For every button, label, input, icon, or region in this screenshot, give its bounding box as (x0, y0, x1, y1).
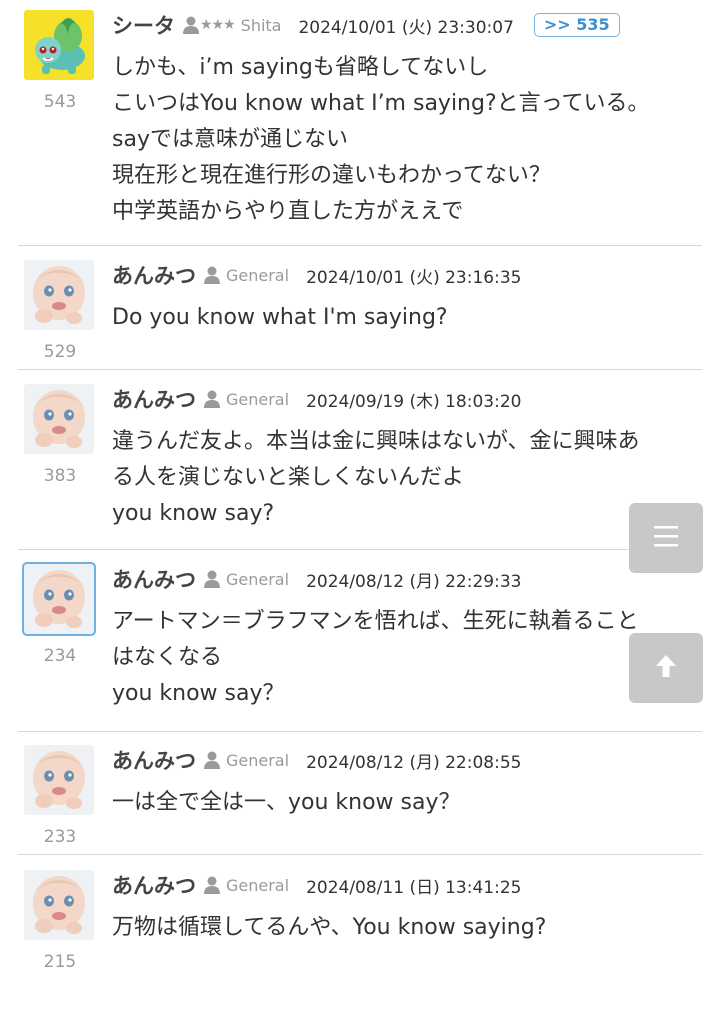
user-name[interactable]: あんみつ (112, 564, 196, 594)
user-name[interactable]: あんみつ (112, 260, 196, 290)
body-line: こいつはYou know what I’m saying?と言っている。 (112, 91, 650, 116)
post-date: 2024/08/11 (日) 13:41:25 (306, 877, 522, 898)
user-rank: General (226, 389, 290, 409)
user-name[interactable]: あんみつ (112, 870, 196, 900)
person-icon (204, 876, 220, 894)
post-date: 2024/08/12 (月) 22:29:33 (306, 571, 522, 592)
person-icon (204, 266, 220, 284)
post-date: 2024/08/12 (月) 22:08:55 (306, 752, 522, 773)
post-meta: シータ ★★★ Shita 2024/10/01 (火) 23:30:07 >>… (112, 10, 702, 40)
user-rank: General (226, 750, 290, 770)
reply-link-badge[interactable]: >> 535 (533, 13, 620, 37)
person-icon (183, 16, 199, 34)
body-line: 現在形と現在進行形の違いもわかってない？ (112, 163, 551, 188)
body-line: る人を演じないと楽しくないんだよ (112, 465, 465, 490)
post-content: あんみつ General 2024/09/19 (木) 18:03:20 違うん… (112, 384, 702, 532)
avatar-column: 383 (24, 384, 96, 486)
body-line: you know say？ (112, 681, 285, 706)
body-line: you know say? (112, 501, 275, 526)
post-number: 383 (43, 466, 77, 486)
avatar-column: 529 (24, 260, 96, 362)
post-number: 233 (43, 827, 77, 847)
comment-feed: 543 シータ ★★★ Shita 2024/10/01 (火) 23:30:0… (0, 0, 720, 1024)
post-content: あんみつ General 2024/08/11 (日) 13:41:25 万物は… (112, 870, 702, 946)
comment-post: 383 あんみつ General 2024/09/19 (木) 18:03:20… (18, 384, 702, 550)
body-line: アートマン＝ブラフマンを悟れば、生死に執着ること (112, 609, 639, 634)
post-body: Do you know what I'm saying? (112, 300, 702, 336)
menu-icon (653, 523, 679, 553)
post-content: シータ ★★★ Shita 2024/10/01 (火) 23:30:07 >>… (112, 10, 702, 230)
post-content: あんみつ General 2024/10/01 (火) 23:16:35 Do … (112, 260, 702, 336)
post-number: 215 (43, 952, 77, 972)
post-content: あんみつ General 2024/08/12 (月) 22:08:55 一は全… (112, 745, 702, 821)
post-body: 一は全で全は一、you know say？ (112, 785, 702, 821)
avatar-column: 215 (24, 870, 96, 972)
user-rank: General (226, 265, 290, 285)
avatar-column: 233 (24, 745, 96, 847)
avatar-column: 234 (22, 562, 96, 666)
post-meta: あんみつ General 2024/08/12 (月) 22:29:33 (112, 564, 702, 594)
comment-post: 233 あんみつ General 2024/08/12 (月) 22:08:55… (18, 745, 702, 855)
comment-post: 529 あんみつ General 2024/10/01 (火) 23:16:35… (18, 260, 702, 370)
post-date: 2024/10/01 (火) 23:16:35 (306, 267, 522, 288)
person-icon (204, 751, 220, 769)
body-line: sayでは意味が通じない (112, 127, 348, 152)
body-line: 違うんだ友よ。本当は金に興味はないが、金に興味あ (112, 429, 640, 454)
post-body: 万物は循環してるんや、You know saying? (112, 910, 702, 946)
post-date: 2024/09/19 (木) 18:03:20 (306, 391, 522, 412)
person-icon (204, 570, 220, 588)
person-icon (204, 390, 220, 408)
post-content: あんみつ General 2024/08/12 (月) 22:29:33 アート… (112, 564, 702, 712)
user-name[interactable]: あんみつ (112, 745, 196, 775)
baby-avatar[interactable] (24, 745, 94, 815)
body-line: 一は全で全は一、you know say？ (112, 790, 461, 815)
menu-button[interactable] (629, 503, 703, 573)
avatar-column: 543 (24, 10, 96, 112)
post-meta: あんみつ General 2024/10/01 (火) 23:16:35 (112, 260, 702, 290)
baby-avatar[interactable] (24, 260, 94, 330)
user-name[interactable]: あんみつ (112, 384, 196, 414)
post-number: 543 (43, 92, 77, 112)
body-line: はなくなる (112, 645, 223, 670)
post-body: 違うんだ友よ。本当は金に興味はないが、金に興味あ る人を演じないと楽しくないんだ… (112, 424, 702, 532)
body-line: Do you know what I'm saying? (112, 305, 448, 330)
post-body: しかも、i’m sayingも省略してないし こいつはYou know what… (112, 50, 702, 230)
post-number: 529 (43, 342, 77, 362)
post-meta: あんみつ General 2024/09/19 (木) 18:03:20 (112, 384, 702, 414)
comment-post: 215 あんみつ General 2024/08/11 (日) 13:41:25… (18, 870, 702, 980)
post-meta: あんみつ General 2024/08/12 (月) 22:08:55 (112, 745, 702, 775)
post-date: 2024/10/01 (火) 23:30:07 (298, 17, 514, 38)
user-rank: General (226, 875, 290, 895)
body-line: 中学英語からやり直した方がええで (112, 199, 464, 224)
baby-avatar[interactable] (22, 562, 96, 636)
user-rank: Shita (240, 15, 282, 35)
user-name[interactable]: シータ (112, 10, 175, 40)
post-meta: あんみつ General 2024/08/11 (日) 13:41:25 (112, 870, 702, 900)
baby-avatar[interactable] (24, 870, 94, 940)
body-line: 万物は循環してるんや、You know saying? (112, 915, 547, 940)
bulbasaur-avatar[interactable] (24, 10, 94, 80)
rank-stars: ★★★ (200, 17, 236, 33)
body-line: しかも、i’m sayingも省略してないし (112, 55, 489, 80)
user-rank: General (226, 569, 290, 589)
post-body: アートマン＝ブラフマンを悟れば、生死に執着ること はなくなる you know … (112, 604, 702, 712)
post-number: 234 (43, 646, 77, 666)
comment-post: 234 あんみつ General 2024/08/12 (月) 22:29:33… (18, 562, 702, 732)
arrow-up-icon (655, 654, 677, 682)
scroll-to-top-button[interactable] (629, 633, 703, 703)
baby-avatar[interactable] (24, 384, 94, 454)
comment-post: 543 シータ ★★★ Shita 2024/10/01 (火) 23:30:0… (18, 10, 702, 246)
